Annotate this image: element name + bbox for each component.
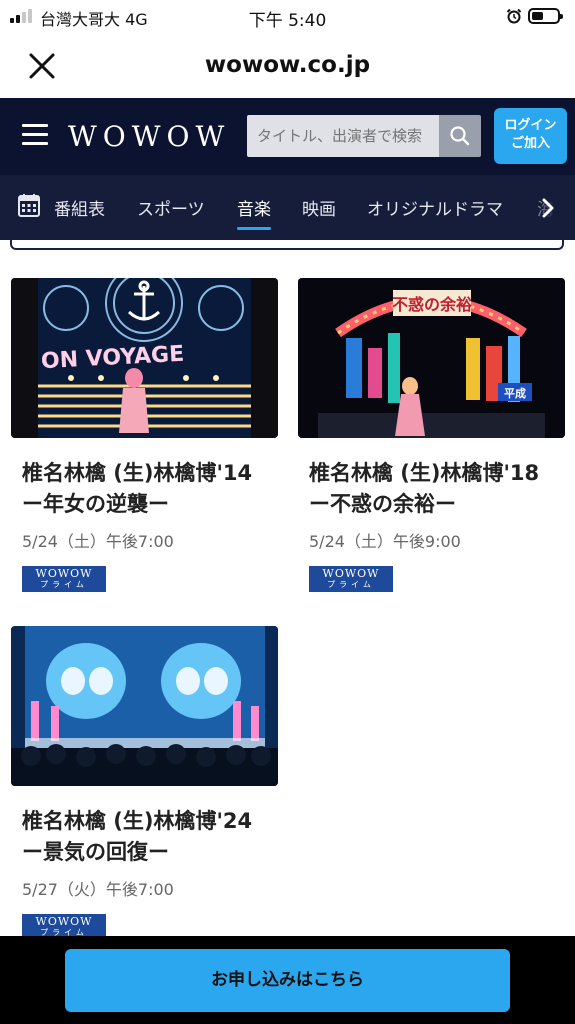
browser-header: wowow.co.jp: [0, 34, 575, 98]
login-button[interactable]: ログイン ご加入: [494, 108, 567, 164]
category-nav: 番組表 スポーツ 音楽 映画 オリジナルドラマ 海外: [0, 175, 575, 240]
channel-badge: WOWOW プライム: [309, 566, 393, 592]
search-input[interactable]: [247, 115, 439, 157]
channel-badge: WOWOW プライム: [22, 566, 106, 592]
status-bar: 台灣大哥大 4G 下午 5:40: [0, 0, 575, 34]
program-title[interactable]: 椎名林檎 (生)林檎博'18 ー不惑の余裕ー: [298, 458, 565, 520]
program-airtime: 5/24（土）午後9:00: [309, 532, 461, 551]
wowow-logo[interactable]: WOWOW: [68, 120, 230, 153]
search-icon: [450, 126, 470, 146]
program-thumbnail[interactable]: ON VOYAGE: [11, 278, 278, 438]
tab-music[interactable]: 音楽: [237, 195, 271, 230]
program-thumbnail[interactable]: [11, 626, 278, 786]
neon-sign: 不惑の余裕: [392, 295, 472, 314]
program-airtime: 5/24（土）午後7:00: [22, 532, 174, 551]
section-border: [10, 240, 564, 250]
program-card[interactable]: ON VOYAGE 椎名林檎 (生)林檎博'14 ー年女の逆襲ー 5/24（土）…: [11, 278, 278, 592]
search-button[interactable]: [439, 115, 481, 157]
clock: 下午 5:40: [248, 11, 327, 31]
join-label: ご加入: [510, 136, 550, 151]
program-card[interactable]: 椎名林檎 (生)林檎博'24 ー景気の回復ー 5/27（火）午後7:00 WOW…: [11, 626, 278, 940]
cta-bar: お申し込みはこちら: [0, 936, 575, 1024]
tab-schedule[interactable]: 番組表: [54, 195, 105, 220]
tab-sports[interactable]: スポーツ: [137, 195, 205, 220]
alarm-icon: [506, 8, 522, 24]
tab-movies[interactable]: 映画: [302, 195, 336, 220]
battery-icon: [528, 8, 563, 24]
login-label: ログイン: [504, 118, 557, 133]
program-title[interactable]: 椎名林檎 (生)林檎博'14 ー年女の逆襲ー: [11, 458, 278, 520]
calendar-icon[interactable]: [18, 193, 40, 217]
chevron-right-icon[interactable]: [540, 197, 556, 219]
tab-original-drama[interactable]: オリジナルドラマ: [367, 195, 503, 220]
url-label: wowow.co.jp: [204, 52, 371, 78]
program-card[interactable]: 不惑の余裕 平成 椎名林檎 (生)林檎博'18 ー不惑の余裕ー 5/24（土）午…: [298, 278, 565, 592]
neon-sign: 平成: [504, 386, 526, 400]
apply-button[interactable]: お申し込みはこちら: [65, 949, 510, 1012]
menu-icon[interactable]: [22, 124, 48, 146]
site-header: WOWOW ログイン ご加入: [0, 98, 575, 175]
program-thumbnail[interactable]: 不惑の余裕 平成: [298, 278, 565, 438]
program-title[interactable]: 椎名林檎 (生)林檎博'24 ー景気の回復ー: [11, 806, 278, 868]
program-airtime: 5/27（火）午後7:00: [22, 880, 174, 899]
